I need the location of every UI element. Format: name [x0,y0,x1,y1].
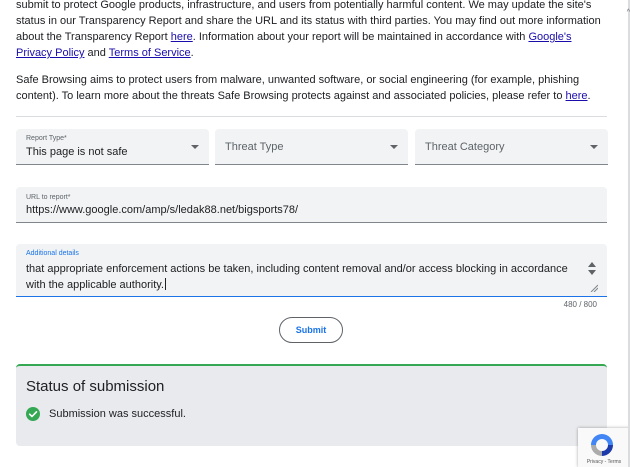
report-type-value: This page is not safe [26,146,128,158]
report-type-select[interactable]: Report Type* This page is not safe [16,129,209,165]
safe-browsing-policies-link[interactable]: here [566,90,588,102]
recaptcha-links[interactable]: Privacy - Terms [578,459,630,465]
terms-of-service-link[interactable]: Terms of Service [109,47,191,59]
threat-category-select[interactable]: Threat Category [415,129,608,165]
intro-text: . [587,90,591,102]
intro-text: . [190,47,194,59]
additional-details-value: that appropriate enforcement actions be … [26,263,568,291]
threat-category-placeholder: Threat Category [425,141,505,153]
url-input[interactable]: URL to report* https://www.google.com/am… [16,187,607,223]
section-divider [16,116,607,117]
report-type-label: Report Type* [26,135,67,142]
recaptcha-logo-icon [591,434,613,456]
safe-browsing-paragraph: Safe Browsing aims to protect users from… [16,72,606,104]
threat-type-placeholder: Threat Type [225,141,284,153]
dropdown-arrow-icon [390,145,398,149]
intro-text: Safe Browsing aims to protect users from… [16,74,580,102]
status-message: Submission was successful. [49,408,186,420]
url-label: URL to report* [26,194,71,201]
text-cursor [165,278,166,290]
intro-text: . Information about your report will be … [192,31,529,43]
submission-status-card: Status of submission Submission was succ… [16,364,607,446]
intro-paragraph: submit to protect Google products, infra… [16,0,606,61]
url-value: https://www.google.com/amp/s/ledak88.net… [26,204,299,216]
intro-text: and [84,47,109,59]
threat-type-select[interactable]: Threat Type [215,129,408,165]
textarea-scroll-spinner[interactable] [586,261,598,277]
dropdown-arrow-icon [590,145,598,149]
additional-details-label: Additional details [26,250,79,257]
resize-handle-icon[interactable] [590,284,598,292]
check-circle-icon [26,407,40,421]
scroll-up-icon[interactable] [588,262,596,267]
dropdown-arrow-icon [191,145,199,149]
transparency-report-link[interactable]: here [171,31,193,43]
additional-details-content: that appropriate enforcement actions be … [26,261,578,293]
scroll-down-icon[interactable] [588,270,596,275]
character-counter: 480 / 800 [563,300,597,309]
status-title: Status of submission [26,378,165,395]
recaptcha-badge[interactable]: Privacy - Terms [578,428,630,467]
additional-details-textarea[interactable]: Additional details that appropriate enfo… [16,244,607,297]
submit-button[interactable]: Submit [279,317,343,343]
